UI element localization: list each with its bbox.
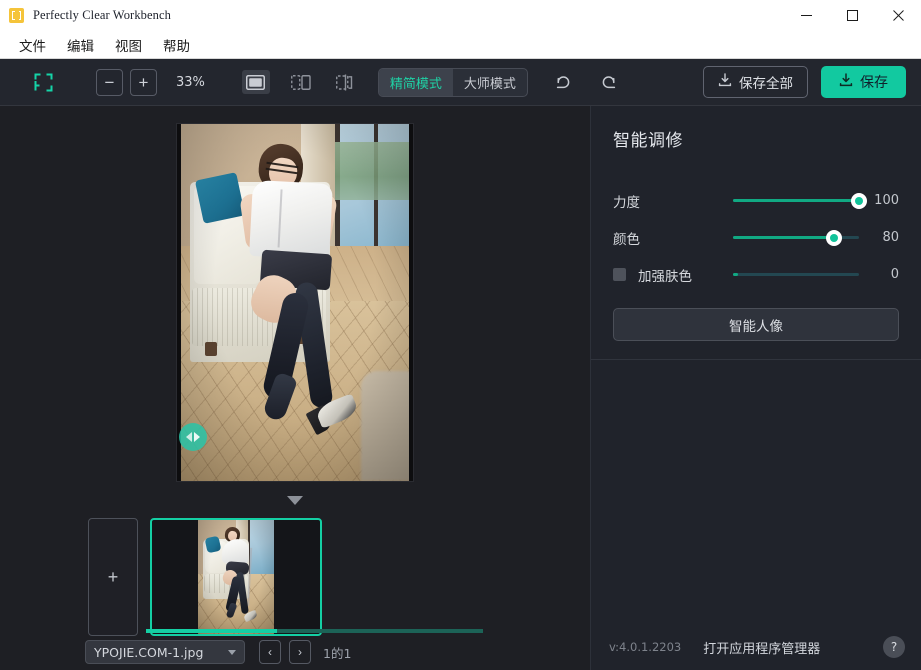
thumbnail-item[interactable] <box>150 518 322 636</box>
save-all-button[interactable]: 保存全部 <box>703 66 808 98</box>
zoom-in-button[interactable]: + <box>130 68 157 96</box>
view-mode-buttons <box>241 70 360 94</box>
filmstrip-scrollbar[interactable] <box>146 629 483 633</box>
chevron-down-icon <box>228 649 236 655</box>
skin-tone-slider[interactable] <box>733 265 859 285</box>
save-label: 保存 <box>860 75 888 91</box>
toolbar: − + 33% 精简模式 大师模式 保存全部 保存 <box>0 59 921 106</box>
adjustments-panel: 智能调修 力度 100 颜色 80 加强肤色 0 智能人像 v:4.0.1.22… <box>590 106 921 670</box>
file-select-value: YPOJIE.COM-1.jpg <box>94 644 204 660</box>
file-select-dropdown[interactable]: YPOJIE.COM-1.jpg <box>85 640 245 664</box>
slider-label: 加强肤色 <box>638 268 692 285</box>
page-count-label: 1的1 <box>323 645 352 661</box>
slider-knob[interactable] <box>851 192 867 209</box>
menu-item-help[interactable]: 帮助 <box>154 33 199 57</box>
open-app-manager-link[interactable]: 打开应用程序管理器 <box>703 638 820 657</box>
minimize-button[interactable] <box>783 0 829 31</box>
mode-segmented-control: 精简模式 大师模式 <box>377 67 528 97</box>
slider-fill <box>733 198 859 203</box>
zoom-controls: − + 33% <box>96 68 205 96</box>
caret-down-icon[interactable] <box>287 496 303 505</box>
zoom-out-button[interactable]: − <box>96 68 123 96</box>
history-controls <box>551 70 621 94</box>
slider-label: 力度 <box>613 194 640 211</box>
adjustments-panel-content: 智能调修 力度 100 颜色 80 加强肤色 0 智能人像 <box>591 106 921 341</box>
pagination-controls: ‹ › <box>259 640 311 664</box>
next-image-button[interactable]: › <box>289 640 311 664</box>
menu-item-view[interactable]: 视图 <box>106 33 151 57</box>
skin-tone-checkbox[interactable] <box>613 268 626 281</box>
filmstrip-scrollbar-thumb[interactable] <box>146 629 278 633</box>
filmstrip-tiles: + <box>0 518 590 636</box>
close-button[interactable] <box>875 0 921 31</box>
slider-row-color: 颜色 80 <box>613 222 899 253</box>
slider-track[interactable] <box>733 229 859 246</box>
mode-simple-button[interactable]: 精简模式 <box>378 68 453 96</box>
slider-list: 力度 100 颜色 80 加强肤色 0 <box>613 185 899 290</box>
prev-image-button[interactable]: ‹ <box>259 640 281 664</box>
panel-empty-space <box>591 360 921 624</box>
menu-item-edit[interactable]: 编辑 <box>58 33 103 57</box>
filmstrip-footer: YPOJIE.COM-1.jpg ‹ › 1的1 <box>0 640 590 664</box>
smart-portrait-button[interactable]: 智能人像 <box>613 308 899 341</box>
app-logo-icon <box>9 8 24 23</box>
compare-right-arrow-icon <box>194 432 200 442</box>
menu-bar: 文件 编辑 视图 帮助 <box>0 31 921 59</box>
download-save-icon <box>839 73 853 91</box>
filmstrip: + YPOJIE.COM-1.jpg ‹ › 1的1 <box>0 505 590 670</box>
redo-icon[interactable] <box>597 70 621 94</box>
add-image-button[interactable]: + <box>88 518 138 636</box>
title-bar-left: Perfectly Clear Workbench <box>0 8 783 23</box>
slider-label: 颜色 <box>613 231 640 248</box>
maximize-button[interactable] <box>829 0 875 31</box>
editor-left-column: + YPOJIE.COM-1.jpg ‹ › 1的1 <box>0 106 590 670</box>
mode-master-button[interactable]: 大师模式 <box>453 69 527 96</box>
app-window: Perfectly Clear Workbench 文件 编辑 视图 帮助 − … <box>0 0 921 670</box>
slider-knob[interactable] <box>825 229 842 246</box>
image-canvas[interactable] <box>0 106 590 505</box>
main-body: + YPOJIE.COM-1.jpg ‹ › 1的1 智能调修 力度 100 颜… <box>0 106 921 670</box>
before-after-compare-handle[interactable] <box>179 423 207 451</box>
download-save-icon <box>718 73 732 91</box>
slider-fill <box>733 272 739 277</box>
slider-value: 0 <box>890 267 899 282</box>
slider-row-skin-tone: 加强肤色 0 <box>613 259 899 290</box>
menu-item-file[interactable]: 文件 <box>10 33 55 57</box>
slider-fill <box>733 235 834 240</box>
save-all-label: 保存全部 <box>739 76 793 92</box>
help-icon[interactable]: ? <box>883 636 905 658</box>
panel-title: 智能调修 <box>613 131 683 150</box>
title-bar: Perfectly Clear Workbench <box>0 0 921 31</box>
overlay-compare-icon[interactable] <box>332 70 360 94</box>
window-title: Perfectly Clear Workbench <box>33 8 172 22</box>
slider-track[interactable] <box>733 272 859 277</box>
window-controls <box>783 0 921 31</box>
zoom-level-label: 33% <box>176 74 205 90</box>
preview-image-content <box>177 124 413 481</box>
save-button[interactable]: 保存 <box>821 66 906 98</box>
thumbnail-image <box>198 520 274 634</box>
fit-to-screen-icon[interactable] <box>28 67 58 97</box>
split-pane-icon[interactable] <box>287 70 315 94</box>
undo-icon[interactable] <box>551 70 575 94</box>
slider-row-strength: 力度 100 <box>613 185 899 216</box>
version-label: v:4.0.1.2203 <box>609 640 682 654</box>
panel-footer: v:4.0.1.2203 打开应用程序管理器 ? <box>591 624 921 670</box>
compare-left-arrow-icon <box>186 432 192 442</box>
slider-value: 80 <box>882 230 899 245</box>
preview-image[interactable] <box>177 124 413 481</box>
single-pane-icon[interactable] <box>241 70 270 94</box>
color-slider[interactable] <box>733 228 859 248</box>
slider-track[interactable] <box>733 192 867 209</box>
skin-tone-option: 加强肤色 <box>613 265 733 285</box>
strength-slider[interactable] <box>733 191 867 211</box>
save-actions: 保存全部 保存 <box>703 66 906 98</box>
